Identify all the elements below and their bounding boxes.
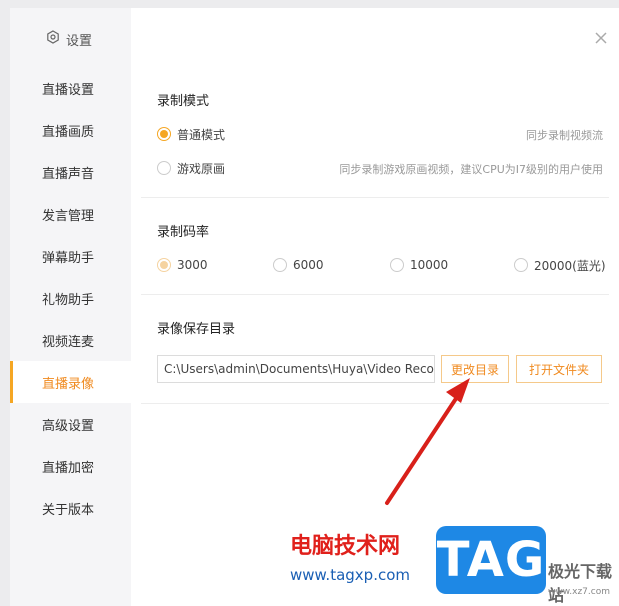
record-mode-normal[interactable]: 普通模式 (157, 124, 225, 144)
bitrate-6000-label: 6000 (293, 258, 324, 272)
sidebar-item-about-version[interactable]: 关于版本 (10, 487, 131, 529)
divider (141, 403, 609, 404)
save-dir-title: 录像保存目录 (157, 322, 236, 337)
bitrate-10000[interactable]: 10000 (390, 255, 448, 275)
record-mode-game-hint: 同步录制游戏原画视频，建议CPU为I7级别的用户使用 (339, 163, 603, 176)
save-dir-path-field[interactable]: C:\Users\admin\Documents\Huya\Video Reco… (157, 355, 435, 383)
record-mode-game-label: 游戏原画 (177, 161, 226, 176)
record-mode-normal-hint: 同步录制视频流 (526, 129, 603, 142)
sidebar-item-live-settings[interactable]: 直播设置 (10, 67, 131, 109)
sidebar-item-video-link[interactable]: 视频连麦 (10, 319, 131, 361)
bitrate-10000-label: 10000 (410, 258, 449, 272)
sidebar-item-chat-management[interactable]: 发言管理 (10, 193, 131, 235)
watermark-text: 电脑技术网 (290, 534, 401, 559)
record-mode-normal-label: 普通模式 (177, 127, 226, 142)
sidebar-header: 设置 (46, 28, 92, 50)
radio-unchecked-icon[interactable] (514, 258, 528, 272)
sidebar-item-live-audio[interactable]: 直播声音 (10, 151, 131, 193)
watermark-url: www.tagxp.com (290, 566, 410, 584)
divider (141, 197, 609, 198)
record-mode-game[interactable]: 游戏原画 (157, 158, 225, 178)
bitrate-20000[interactable]: 20000(蓝光) (514, 255, 606, 275)
sidebar-item-live-quality[interactable]: 直播画质 (10, 109, 131, 151)
open-folder-button[interactable]: 打开文件夹 (516, 355, 602, 383)
sidebar-item-live-encryption[interactable]: 直播加密 (10, 445, 131, 487)
sidebar-item-gift-assistant[interactable]: 礼物助手 (10, 277, 131, 319)
bitrate-3000[interactable]: 3000 (157, 255, 208, 275)
bitrate-title: 录制码率 (157, 225, 210, 240)
sidebar-title: 设置 (66, 33, 93, 49)
bitrate-20000-label: 20000(蓝光) (534, 258, 606, 273)
settings-content: 录制模式 普通模式 同步录制视频流 游戏原画 同步录制游戏原画视频，建议CPU为… (131, 8, 619, 606)
record-mode-title: 录制模式 (157, 94, 210, 109)
radio-unchecked-icon[interactable] (273, 258, 287, 272)
bitrate-3000-label: 3000 (177, 258, 208, 272)
radio-checked-icon[interactable] (157, 127, 171, 141)
radio-unchecked-icon[interactable] (157, 161, 171, 175)
watermark-logo: TAG (436, 526, 546, 594)
sidebar: 设置 直播设置 直播画质 直播声音 发言管理 弹幕助手 礼物助手 视频连麦 直播… (10, 8, 131, 606)
sidebar-item-danmaku-assistant[interactable]: 弹幕助手 (10, 235, 131, 277)
watermark-site-url: www.xz7.com (548, 587, 610, 597)
sidebar-item-live-recording[interactable]: 直播录像 (10, 361, 131, 403)
radio-checked-icon[interactable] (157, 258, 171, 272)
watermark-site: 极光下载站 (548, 562, 613, 605)
settings-gear-icon (46, 30, 60, 48)
settings-window: 设置 直播设置 直播画质 直播声音 发言管理 弹幕助手 礼物助手 视频连麦 直播… (10, 8, 619, 606)
sidebar-item-advanced-settings[interactable]: 高级设置 (10, 403, 131, 445)
divider (141, 294, 609, 295)
radio-unchecked-icon[interactable] (390, 258, 404, 272)
change-dir-button[interactable]: 更改目录 (441, 355, 509, 383)
bitrate-6000[interactable]: 6000 (273, 255, 324, 275)
